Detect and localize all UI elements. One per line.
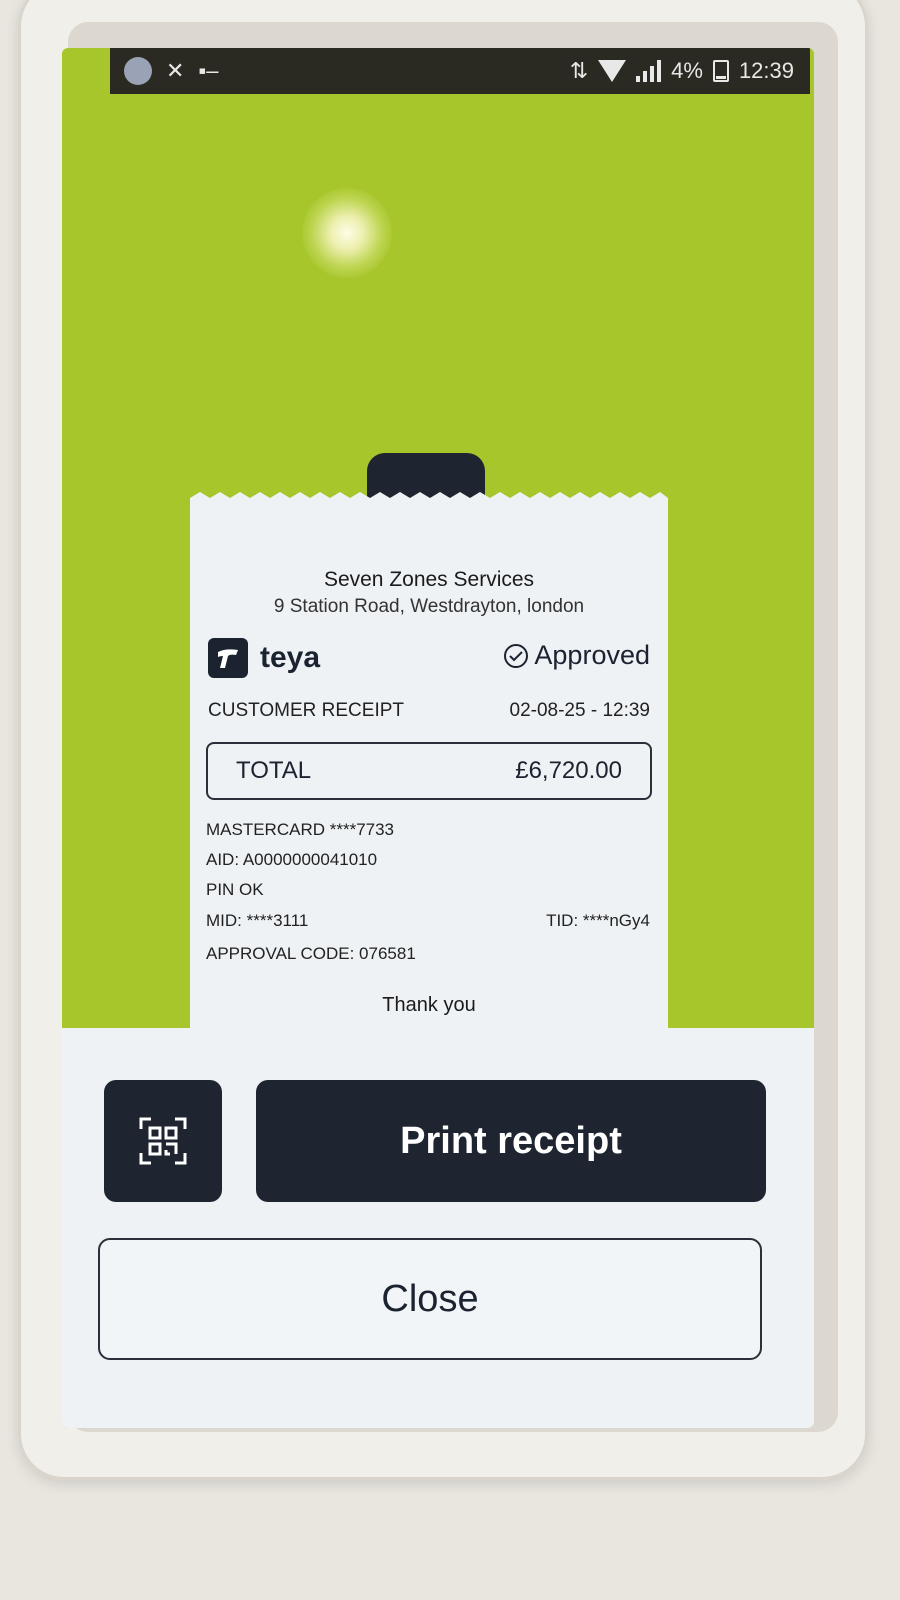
brand-name: teya: [260, 641, 321, 674]
status-bar: ✕ ▪– ⇅ 4% 12:39: [110, 48, 810, 94]
receipt: Seven Zones Services 9 Station Road, Wes…: [190, 492, 668, 1066]
merchant-name: Seven Zones Services: [323, 568, 535, 591]
print-receipt-button[interactable]: Print receipt: [256, 1080, 766, 1202]
light-glare: [302, 188, 392, 278]
notification-icon: ▪–: [198, 58, 219, 83]
receipt-type: CUSTOMER RECEIPT: [208, 700, 405, 721]
clock: 12:39: [738, 58, 794, 83]
receipt-torn-edge: [190, 492, 668, 508]
pin-status: PIN OK: [206, 880, 264, 899]
merchant-address: 9 Station Road, Westdrayton, london: [273, 596, 585, 617]
battery-percent: 4%: [671, 58, 703, 83]
thank-you-text: Thank you: [382, 994, 476, 1016]
teya-logo: teya: [208, 638, 320, 678]
receipt-datetime: 02-08-25 - 12:39: [509, 700, 651, 721]
total-value: £6,720.00: [515, 757, 622, 784]
qr-code-button[interactable]: [104, 1080, 222, 1202]
approved-label: Approved: [534, 640, 650, 670]
wifi-icon: [598, 60, 627, 82]
total-box: TOTAL £6,720.00: [206, 742, 652, 800]
signal-icon: [636, 60, 662, 82]
app-notification-icon: [124, 57, 152, 85]
aid-line: AID: A0000000041010: [206, 850, 378, 869]
total-label: TOTAL: [236, 757, 312, 784]
close-button[interactable]: Close: [98, 1238, 762, 1360]
missed-call-icon: ✕: [166, 58, 185, 83]
qr-code-icon: [139, 1117, 187, 1165]
mid-line: MID: ****3111: [206, 911, 309, 930]
teya-logo-icon: [208, 638, 248, 678]
tid-line: TID: ****nGy4: [546, 911, 650, 930]
approval-status: Approved: [502, 640, 650, 671]
battery-icon: [712, 60, 729, 82]
approval-code: APPROVAL CODE: 076581: [206, 944, 416, 963]
receipt-header-row: CUSTOMER RECEIPT 02-08-25 - 12:39: [208, 700, 650, 722]
screen: ✕ ▪– ⇅ 4% 12:39 Seven Zones Services 9 S…: [62, 48, 814, 1428]
data-arrows-icon: ⇅: [569, 58, 589, 83]
check-circle-icon: [504, 643, 529, 668]
card-number: MASTERCARD ****7733: [206, 820, 395, 839]
